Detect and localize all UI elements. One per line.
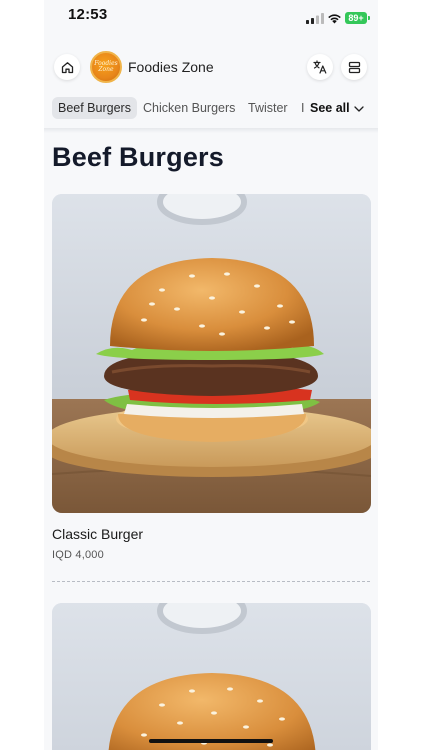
- home-icon: [61, 61, 73, 73]
- product-divider: [52, 581, 370, 582]
- burger-photo: [52, 194, 371, 513]
- translate-icon: [313, 60, 327, 74]
- tab-chicken-burgers[interactable]: Chicken Burgers: [143, 97, 235, 119]
- battery-indicator: 89+: [345, 12, 370, 24]
- burger-photo: [52, 603, 371, 750]
- product-price: IQD 4,000: [52, 549, 104, 561]
- see-all-label: See all: [310, 101, 350, 115]
- cellular-signal-icon: [306, 13, 324, 24]
- menu-view-button[interactable]: [341, 54, 367, 80]
- app-header: Foodies Zone Foodies Zone: [44, 48, 378, 88]
- section-title: Beef Burgers: [52, 142, 224, 172]
- home-indicator[interactable]: [149, 739, 273, 743]
- language-button[interactable]: [307, 54, 333, 80]
- product-image[interactable]: [52, 603, 371, 750]
- status-bar: 12:53 89+: [44, 0, 378, 40]
- wifi-icon: [328, 14, 341, 24]
- tab-twister[interactable]: Twister: [248, 97, 288, 119]
- tabs-divider: [44, 128, 378, 133]
- tab-beef-burgers[interactable]: Beef Burgers: [52, 97, 137, 119]
- status-time: 12:53: [68, 6, 108, 23]
- home-button[interactable]: [54, 54, 80, 80]
- category-tabs: Beef Burgers Chicken Burgers Twister I S…: [44, 96, 378, 122]
- restaurant-logo: Foodies Zone: [90, 51, 122, 83]
- product-name[interactable]: Classic Burger: [52, 526, 143, 542]
- brand-name: Foodies Zone: [128, 59, 214, 75]
- tab-partial[interactable]: I: [301, 97, 307, 119]
- product-image[interactable]: [52, 194, 371, 513]
- chevron-down-icon: [353, 106, 364, 112]
- app-screen: 12:53 89+ Foodies Zone Foodies Zone Beef…: [44, 0, 378, 750]
- menu-icon: [348, 61, 360, 73]
- see-all-button[interactable]: See all: [310, 97, 364, 119]
